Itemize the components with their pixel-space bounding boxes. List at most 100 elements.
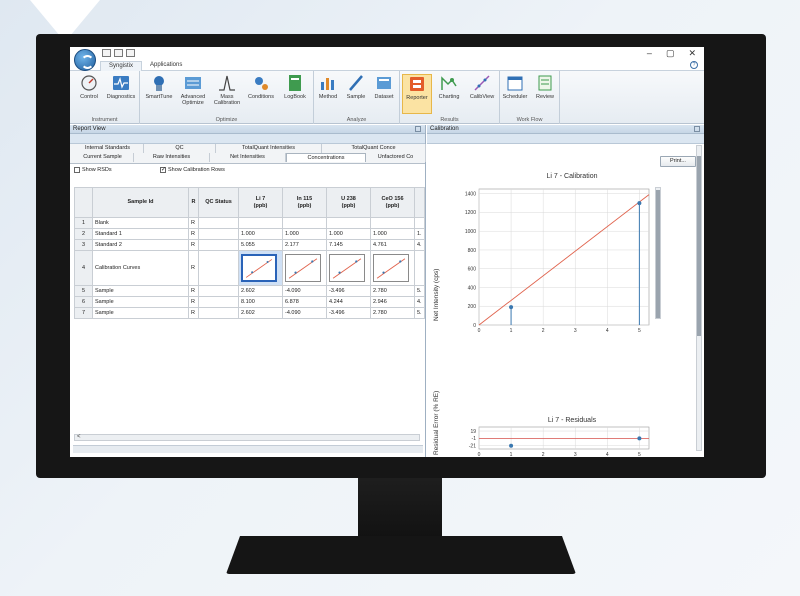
value-cell[interactable]: 5.: [414, 285, 425, 297]
value-cell[interactable]: 5.055: [238, 239, 283, 251]
close-button[interactable]: ✕: [688, 48, 696, 59]
residuals-chart[interactable]: 01234519-1-21Concentration (ppb): [441, 425, 681, 457]
conditions-button[interactable]: Conditions: [244, 74, 278, 114]
table-horizontal-scrollbar[interactable]: [74, 434, 420, 441]
qc-status-cell[interactable]: [198, 228, 239, 240]
sample-id-cell[interactable]: Sample: [92, 285, 189, 297]
tab-net-intensities[interactable]: Net Intensities: [210, 153, 286, 162]
r-cell[interactable]: R: [188, 307, 199, 319]
mini-calibration-curve[interactable]: [329, 254, 365, 282]
col-header-sample-id[interactable]: Sample Id: [92, 187, 189, 218]
reporter-button[interactable]: Reporter: [402, 74, 432, 114]
value-cell[interactable]: 1.000: [326, 228, 371, 240]
row-number[interactable]: 6: [74, 296, 93, 308]
checkbox-box[interactable]: [160, 166, 166, 173]
qc-status-cell[interactable]: [198, 239, 239, 251]
pin-icon[interactable]: [415, 126, 421, 132]
row-number[interactable]: 3: [74, 239, 93, 251]
panel-vertical-scrollbar[interactable]: [696, 145, 702, 451]
value-cell[interactable]: 8.100: [238, 296, 283, 308]
value-cell[interactable]: [370, 217, 415, 229]
value-cell[interactable]: 1.000: [282, 228, 327, 240]
review-button[interactable]: Review: [530, 74, 560, 114]
sample-id-cell[interactable]: Standard 2: [92, 239, 189, 251]
show-rsds-checkbox[interactable]: Show RSDs: [74, 167, 112, 173]
value-cell[interactable]: [326, 250, 371, 286]
sample-id-cell[interactable]: Standard 1: [92, 228, 189, 240]
r-cell[interactable]: R: [188, 239, 199, 251]
sample-button[interactable]: Sample: [342, 74, 370, 114]
calibration-chart[interactable]: 0 1 2 3 4 5 0 200 400 600 800 1000 1200 1400: [441, 185, 681, 355]
smarttune-button[interactable]: SmartTune: [142, 74, 176, 114]
value-cell[interactable]: -4.090: [282, 307, 327, 319]
value-cell[interactable]: -4.090: [282, 285, 327, 297]
advanced-optimize-button[interactable]: Advanced Optimize: [176, 74, 210, 114]
charting-button[interactable]: Charting: [433, 74, 465, 114]
value-cell[interactable]: 7.145: [326, 239, 371, 251]
value-cell[interactable]: 4.761: [370, 239, 415, 251]
value-cell[interactable]: [414, 217, 425, 229]
r-cell[interactable]: R: [188, 217, 199, 229]
value-cell[interactable]: 4.244: [326, 296, 371, 308]
value-cell[interactable]: 2.602: [238, 307, 283, 319]
tab-concentrations[interactable]: Concentrations: [286, 153, 366, 162]
scrollbar-thumb[interactable]: [697, 156, 701, 336]
new-file-icon[interactable]: [102, 49, 111, 57]
table-row[interactable]: 2 Standard 1 R 1.000 1.000 1.000 1.000 1.: [74, 228, 425, 240]
scrollbar-thumb[interactable]: [656, 190, 660, 318]
help-icon[interactable]: ?: [690, 61, 698, 69]
control-button[interactable]: Control: [72, 74, 106, 114]
sample-id-cell[interactable]: Blank: [92, 217, 189, 229]
tab-syngistix[interactable]: Syngistix: [100, 61, 143, 71]
sample-id-cell[interactable]: Calibration Curves: [92, 250, 189, 286]
checkbox-box[interactable]: [74, 167, 80, 173]
minimize-button[interactable]: –: [647, 48, 652, 59]
print-button[interactable]: Print...: [660, 156, 696, 167]
tab-raw-intensities[interactable]: Raw Intensities: [134, 153, 210, 162]
qc-status-cell[interactable]: [198, 217, 239, 229]
qc-status-cell[interactable]: [198, 250, 239, 286]
tab-unfactored-concentrations[interactable]: Unfactored Co: [366, 153, 426, 162]
qc-status-cell[interactable]: [198, 285, 239, 297]
table-row[interactable]: 4 Calibration Curves R: [74, 250, 425, 286]
tab-totalquant-concentrations[interactable]: TotalQuant Conce: [322, 144, 426, 153]
value-cell[interactable]: 2.780: [370, 285, 415, 297]
value-cell[interactable]: [326, 217, 371, 229]
tab-applications[interactable]: Applications: [142, 61, 190, 71]
tab-internal-standards[interactable]: Internal Standards: [72, 144, 144, 153]
r-cell[interactable]: R: [188, 250, 199, 286]
value-cell[interactable]: -3.496: [326, 285, 371, 297]
row-number[interactable]: 2: [74, 228, 93, 240]
value-cell[interactable]: 6.878: [282, 296, 327, 308]
qc-status-cell[interactable]: [198, 307, 239, 319]
col-header-u238[interactable]: U 238 (ppb): [326, 187, 371, 218]
r-cell[interactable]: R: [188, 296, 199, 308]
value-cell[interactable]: 2.946: [370, 296, 415, 308]
table-row[interactable]: 1 Blank R: [74, 217, 425, 229]
col-header-r[interactable]: R: [188, 187, 199, 218]
scheduler-button[interactable]: Scheduler: [500, 74, 530, 114]
value-cell[interactable]: 1.000: [370, 228, 415, 240]
mini-calibration-curve[interactable]: [373, 254, 409, 282]
value-cell[interactable]: 1.: [414, 228, 425, 240]
tab-totalquant-intensities[interactable]: TotalQuant Intensities: [216, 144, 322, 153]
calibration-zoom-scrollbar[interactable]: [655, 187, 661, 319]
tab-qc[interactable]: QC: [144, 144, 216, 153]
show-calibration-rows-checkbox[interactable]: Show Calibration Rows: [160, 166, 225, 173]
mini-calibration-curve[interactable]: [241, 254, 277, 282]
row-number[interactable]: 7: [74, 307, 93, 319]
value-cell[interactable]: -3.496: [326, 307, 371, 319]
calibview-button[interactable]: CalibView: [466, 74, 498, 114]
diagnostics-button[interactable]: Diagnostics: [104, 74, 138, 114]
value-cell[interactable]: [370, 250, 415, 286]
table-row[interactable]: 7 Sample R 2.602 -4.090 -3.496 2.780 5.: [74, 307, 425, 319]
value-cell[interactable]: [282, 250, 327, 286]
mass-calibration-button[interactable]: Mass Calibration: [210, 74, 244, 114]
value-cell[interactable]: 2.602: [238, 285, 283, 297]
maximize-button[interactable]: ▢: [666, 48, 675, 59]
sample-id-cell[interactable]: Sample: [92, 307, 189, 319]
method-button[interactable]: Method: [314, 74, 342, 114]
mini-calibration-curve[interactable]: [285, 254, 321, 282]
pin-icon[interactable]: [694, 126, 700, 132]
logbook-button[interactable]: LogBook: [278, 74, 312, 114]
